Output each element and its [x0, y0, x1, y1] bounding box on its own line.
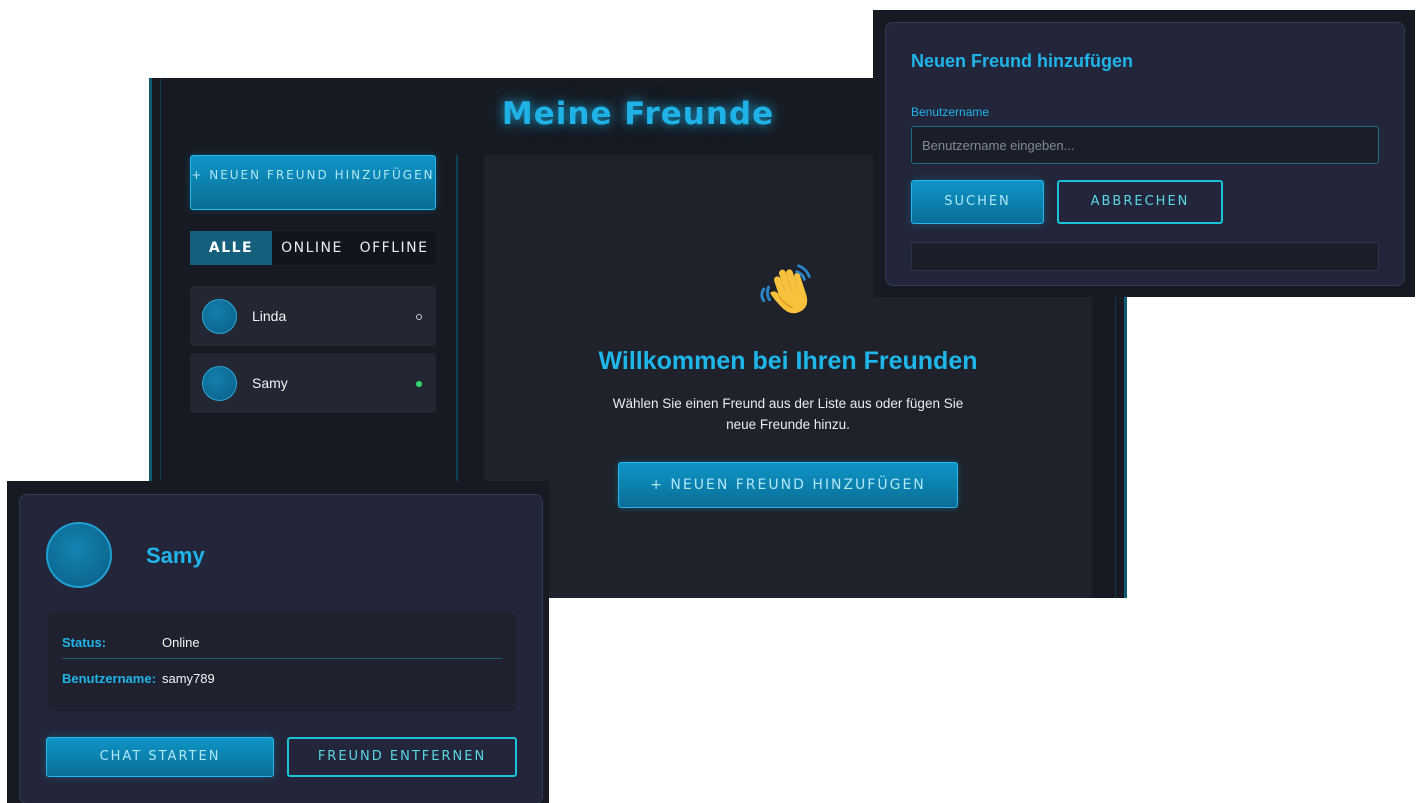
- search-button[interactable]: SUCHEN: [911, 180, 1044, 224]
- friend-info-box: Status: Online Benutzername: samy789: [48, 613, 516, 711]
- username-value: samy789: [162, 671, 215, 686]
- friend-list-item-samy[interactable]: Samy: [190, 353, 436, 413]
- welcome-text: Wählen Sie einen Freund aus der Liste au…: [612, 396, 964, 432]
- status-label: Status:: [62, 635, 107, 650]
- avatar: [202, 299, 237, 334]
- add-friend-dialog-frame: Neuen Freund hinzufügen Benutzername SUC…: [873, 10, 1415, 297]
- online-status-icon: [416, 381, 422, 387]
- search-results-box: [911, 242, 1379, 271]
- tab-online[interactable]: ONLINE: [272, 231, 352, 265]
- add-friend-button[interactable]: + NEUEN FREUND HINZUFÜGEN: [618, 462, 958, 508]
- username-row: Benutzername: samy789: [62, 659, 502, 695]
- welcome-title: Willkommen bei Ihren Freunden: [598, 347, 978, 375]
- friend-detail-frame: Samy Status: Online Benutzername: samy78…: [7, 481, 549, 803]
- friend-detail-name: Samy: [146, 543, 205, 568]
- waving-hand-icon: [760, 264, 811, 314]
- start-chat-button[interactable]: CHAT STARTEN: [46, 737, 274, 777]
- avatar: [46, 522, 112, 588]
- sidebar-add-friend-button[interactable]: + NEUEN FREUND HINZUFÜGEN: [190, 155, 436, 210]
- friend-detail-card: Samy Status: Online Benutzername: samy78…: [19, 494, 543, 803]
- friend-name: Samy: [252, 375, 288, 391]
- status-row: Status: Online: [62, 623, 502, 659]
- username-detail-label: Benutzername:: [62, 671, 156, 686]
- username-label: Benutzername: [911, 105, 990, 119]
- tab-offline[interactable]: OFFLINE: [352, 231, 436, 265]
- offline-status-icon: [416, 314, 422, 320]
- username-input[interactable]: [911, 126, 1379, 164]
- friend-name: Linda: [252, 308, 287, 324]
- add-friend-dialog: Neuen Freund hinzufügen Benutzername SUC…: [885, 22, 1405, 286]
- filter-tabs: ALLE ONLINE OFFLINE: [190, 231, 436, 265]
- dialog-title: Neuen Freund hinzufügen: [911, 51, 1133, 71]
- cancel-button[interactable]: ABBRECHEN: [1057, 180, 1223, 224]
- friend-list-item-linda[interactable]: Linda: [190, 286, 436, 346]
- remove-friend-button[interactable]: FREUND ENTFERNEN: [287, 737, 517, 777]
- tab-all[interactable]: ALLE: [190, 231, 272, 265]
- status-value: Online: [162, 635, 200, 650]
- avatar: [202, 366, 237, 401]
